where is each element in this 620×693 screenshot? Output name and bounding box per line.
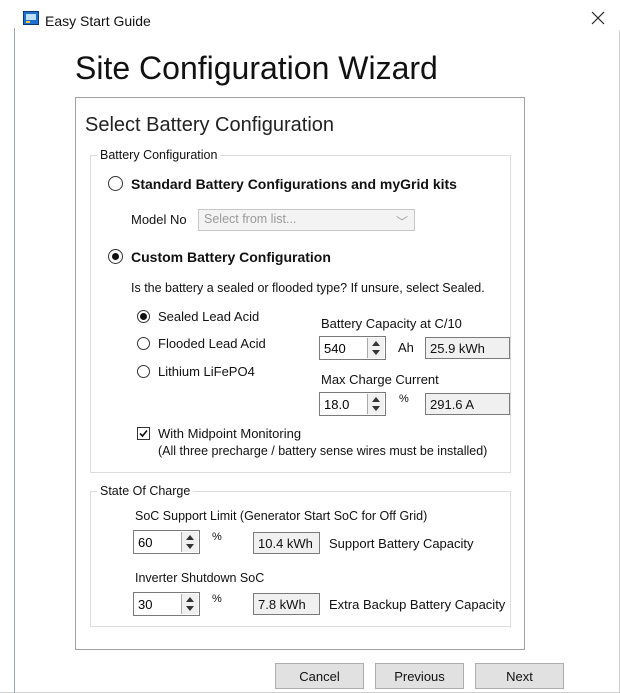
shutdown-soc-label: Inverter Shutdown SoC bbox=[135, 571, 265, 585]
soc-support-desc: Support Battery Capacity bbox=[329, 536, 474, 551]
battery-capacity-unit: Ah bbox=[398, 340, 414, 355]
shutdown-soc-readout: 7.8 kWh bbox=[253, 593, 320, 615]
checkmark-icon bbox=[139, 429, 148, 438]
shutdown-soc-desc: Extra Backup Battery Capacity bbox=[329, 597, 506, 612]
spin-arrows[interactable] bbox=[367, 338, 384, 358]
max-charge-value[interactable]: 18.0 bbox=[324, 397, 349, 412]
spin-arrows[interactable] bbox=[181, 594, 198, 614]
soc-support-readout: 10.4 kWh bbox=[253, 532, 320, 554]
battery-capacity-value[interactable]: 540 bbox=[324, 341, 346, 356]
spin-down-icon[interactable] bbox=[186, 606, 194, 611]
shutdown-soc-value[interactable]: 30 bbox=[138, 597, 152, 612]
window-left-edge bbox=[14, 28, 15, 693]
max-charge-stepper[interactable]: 18.0 bbox=[319, 392, 386, 416]
model-no-select[interactable]: Select from list... ﹀ bbox=[198, 209, 415, 231]
wizard-window: Easy Start Guide Site Configuration Wiza… bbox=[0, 0, 620, 693]
spin-up-icon[interactable] bbox=[372, 397, 380, 402]
lithium-label[interactable]: Lithium LiFePO4 bbox=[158, 364, 255, 379]
spin-up-icon[interactable] bbox=[372, 341, 380, 346]
sealed-lead-acid-label[interactable]: Sealed Lead Acid bbox=[158, 309, 259, 324]
soc-support-unit: % bbox=[212, 531, 222, 543]
battery-capacity-stepper[interactable]: 540 bbox=[319, 336, 386, 360]
chevron-down-icon: ﹀ bbox=[395, 215, 408, 229]
soc-support-value[interactable]: 60 bbox=[138, 535, 152, 550]
shutdown-soc-stepper[interactable]: 30 bbox=[133, 592, 200, 616]
window-title: Easy Start Guide bbox=[45, 13, 151, 29]
flooded-lead-acid-label[interactable]: Flooded Lead Acid bbox=[158, 336, 266, 351]
spin-up-icon[interactable] bbox=[186, 597, 194, 602]
panel-title: Select Battery Configuration bbox=[85, 114, 335, 136]
model-no-label: Model No bbox=[131, 212, 187, 227]
spin-down-icon[interactable] bbox=[372, 350, 380, 355]
battery-type-question: Is the battery a sealed or flooded type?… bbox=[131, 281, 485, 295]
custom-config-radio[interactable] bbox=[108, 249, 123, 264]
standard-config-label[interactable]: Standard Battery Configurations and myGr… bbox=[131, 176, 457, 192]
midpoint-note: (All three precharge / battery sense wir… bbox=[158, 444, 488, 458]
battery-config-legend: Battery Configuration bbox=[97, 148, 221, 162]
spin-up-icon[interactable] bbox=[186, 535, 194, 540]
sealed-lead-acid-radio[interactable] bbox=[137, 310, 150, 323]
cancel-button[interactable]: Cancel bbox=[275, 663, 364, 689]
midpoint-label[interactable]: With Midpoint Monitoring bbox=[158, 426, 301, 441]
midpoint-checkbox[interactable] bbox=[137, 427, 150, 440]
app-icon bbox=[23, 11, 39, 25]
custom-config-label[interactable]: Custom Battery Configuration bbox=[131, 249, 331, 265]
spin-down-icon[interactable] bbox=[186, 544, 194, 549]
soc-support-stepper[interactable]: 60 bbox=[133, 530, 200, 554]
shutdown-soc-unit: % bbox=[212, 593, 222, 605]
soc-legend: State Of Charge bbox=[97, 484, 194, 498]
max-charge-readout: 291.6 A bbox=[425, 393, 510, 415]
lithium-radio[interactable] bbox=[137, 365, 150, 378]
previous-button[interactable]: Previous bbox=[375, 663, 464, 689]
soc-support-label: SoC Support Limit (Generator Start SoC f… bbox=[135, 509, 428, 523]
max-charge-unit: % bbox=[399, 393, 409, 405]
spin-down-icon[interactable] bbox=[372, 406, 380, 411]
spin-arrows[interactable] bbox=[181, 532, 198, 552]
spin-arrows[interactable] bbox=[367, 394, 384, 414]
close-icon bbox=[591, 11, 605, 25]
battery-capacity-label: Battery Capacity at C/10 bbox=[321, 316, 462, 331]
next-button[interactable]: Next bbox=[475, 663, 564, 689]
max-charge-label: Max Charge Current bbox=[321, 372, 439, 387]
title-bar: Easy Start Guide bbox=[0, 0, 620, 30]
standard-config-radio[interactable] bbox=[108, 176, 123, 191]
model-no-placeholder: Select from list... bbox=[204, 212, 297, 226]
close-button[interactable] bbox=[584, 6, 612, 30]
wizard-title: Site Configuration Wizard bbox=[75, 50, 438, 86]
battery-capacity-readout: 25.9 kWh bbox=[425, 337, 510, 359]
flooded-lead-acid-radio[interactable] bbox=[137, 337, 150, 350]
